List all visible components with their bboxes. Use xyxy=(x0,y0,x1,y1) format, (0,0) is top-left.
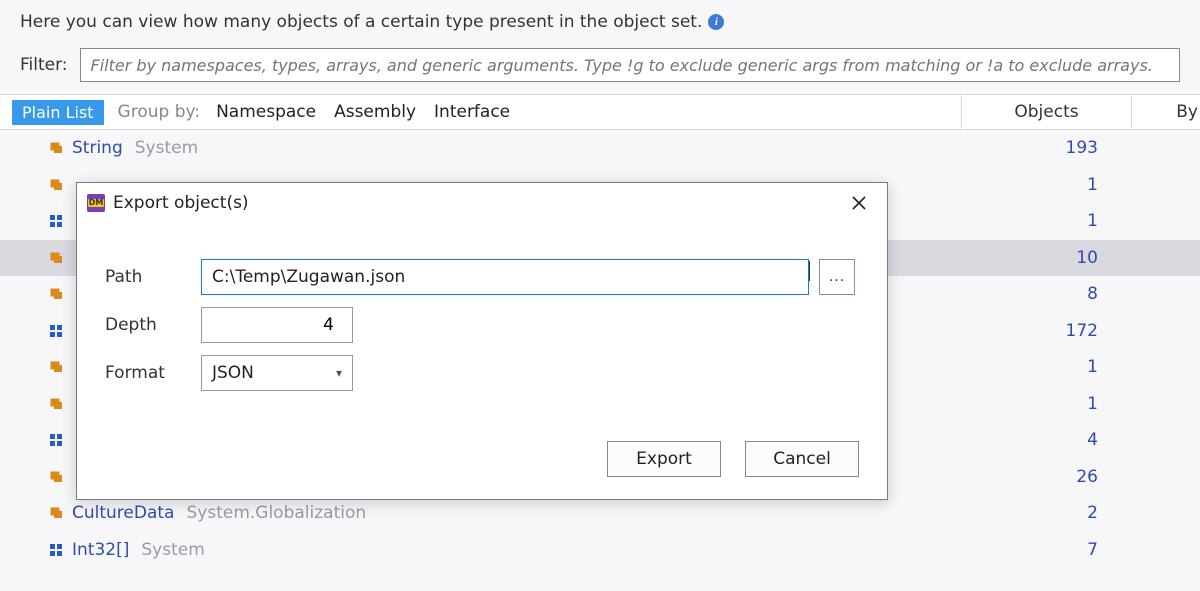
class-icon xyxy=(48,359,64,375)
filter-label: Filter: xyxy=(20,55,68,75)
objects-count: 172 xyxy=(962,321,1132,341)
path-label: Path xyxy=(105,267,201,287)
type-namespace: System xyxy=(135,138,198,158)
col-header-objects[interactable]: Objects xyxy=(962,95,1132,129)
type-name: Int32[] xyxy=(72,540,129,560)
class-icon xyxy=(48,469,64,485)
group-by-interface[interactable]: Interface xyxy=(432,102,512,122)
table-row[interactable]: Int32[] System 7 xyxy=(0,532,1200,569)
class-icon xyxy=(48,250,64,266)
type-namespace: System.Globalization xyxy=(186,503,366,523)
dialog-title: Export object(s) xyxy=(113,193,841,213)
path-input[interactable] xyxy=(201,259,809,295)
group-by-assembly[interactable]: Assembly xyxy=(332,102,418,122)
type-name: CultureData xyxy=(72,503,174,523)
objects-count: 10 xyxy=(962,248,1132,268)
struct-icon xyxy=(48,542,64,558)
chevron-down-icon: ▾ xyxy=(336,366,342,380)
objects-count: 1 xyxy=(962,211,1132,231)
intro-text: Here you can view how many objects of a … xyxy=(20,12,702,32)
type-namespace: System xyxy=(141,540,204,560)
table-row[interactable]: CultureData System.Globalization 2 xyxy=(0,495,1200,532)
table-row[interactable]: String System 193 xyxy=(0,130,1200,167)
info-icon[interactable]: i xyxy=(708,14,724,30)
struct-icon xyxy=(48,213,64,229)
group-by-namespace[interactable]: Namespace xyxy=(214,102,318,122)
class-icon xyxy=(48,396,64,412)
app-icon: DM xyxy=(87,194,105,212)
group-by-label: Group by: xyxy=(118,102,201,122)
depth-input[interactable] xyxy=(201,307,353,343)
objects-count: 1 xyxy=(962,357,1132,377)
depth-label: Depth xyxy=(105,315,201,335)
format-value: JSON xyxy=(212,363,254,383)
close-icon[interactable] xyxy=(841,189,877,217)
objects-count: 26 xyxy=(962,467,1132,487)
col-header-bytes[interactable]: By xyxy=(1132,95,1200,129)
tab-plain-list[interactable]: Plain List xyxy=(12,100,104,125)
objects-count: 1 xyxy=(962,175,1132,195)
struct-icon xyxy=(48,323,64,339)
class-icon xyxy=(48,505,64,521)
objects-count: 7 xyxy=(962,540,1132,560)
objects-count: 1 xyxy=(962,394,1132,414)
class-icon xyxy=(48,286,64,302)
objects-count: 8 xyxy=(962,284,1132,304)
type-name: String xyxy=(72,138,123,158)
export-dialog: DM Export object(s) Path ... Depth Forma… xyxy=(76,182,888,500)
cancel-button[interactable]: Cancel xyxy=(745,441,859,477)
format-label: Format xyxy=(105,363,201,383)
class-icon xyxy=(48,177,64,193)
struct-icon xyxy=(48,432,64,448)
export-button[interactable]: Export xyxy=(607,441,721,477)
objects-count: 193 xyxy=(962,138,1132,158)
class-icon xyxy=(48,140,64,156)
browse-button[interactable]: ... xyxy=(819,259,855,295)
objects-count: 2 xyxy=(962,503,1132,523)
objects-count: 4 xyxy=(962,430,1132,450)
format-select[interactable]: JSON ▾ xyxy=(201,355,353,391)
filter-input[interactable] xyxy=(80,48,1180,82)
